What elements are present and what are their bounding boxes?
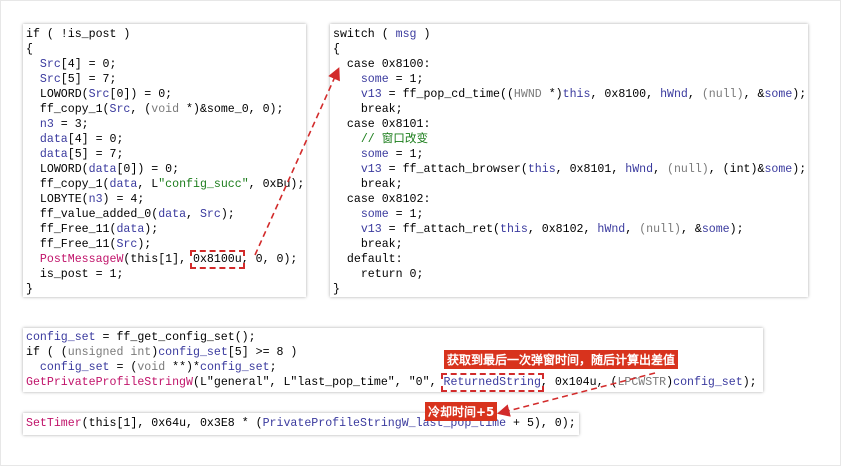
arrow-value-to-settimer bbox=[496, 372, 656, 417]
arrow-postmessage-to-case bbox=[254, 67, 340, 256]
annotation-arrows bbox=[254, 67, 656, 417]
